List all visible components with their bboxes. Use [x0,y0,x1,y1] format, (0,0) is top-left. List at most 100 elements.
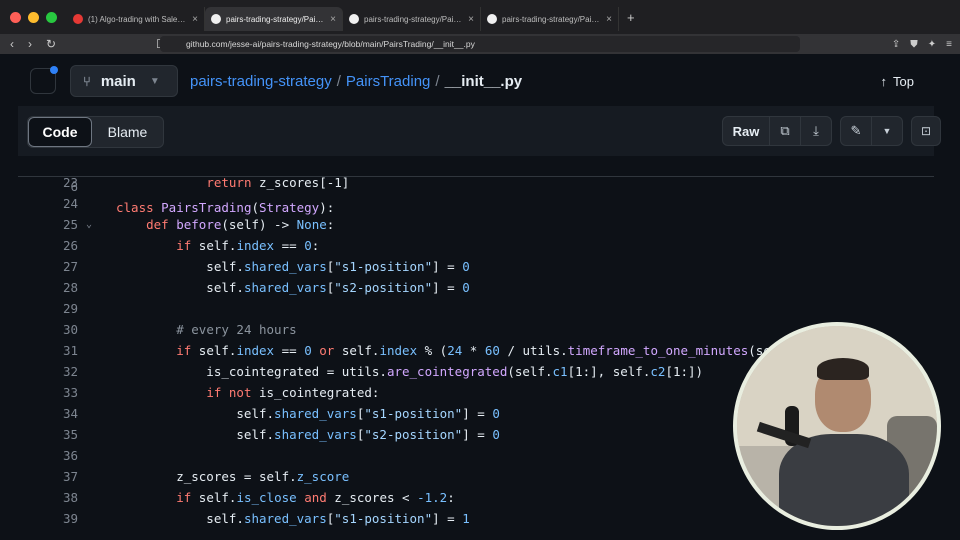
back-arrow-icon[interactable]: ‹ [10,37,14,51]
code-token: == [274,343,305,358]
code-token: % ( [417,343,448,358]
code-token: self. [116,406,275,421]
browser-tab[interactable]: (1) Algo-trading with Saleh - YouTu × [67,7,205,31]
browser-tab[interactable]: pairs-trading-strategy/PairsTrading × [343,7,481,31]
code-line: 29 [18,298,934,319]
breadcrumb-repo-link[interactable]: pairs-trading-strategy [190,73,332,90]
file-header: ⑂ main ▼ pairs-trading-strategy / PairsT… [18,56,934,107]
code-token: self. [341,343,380,358]
breadcrumb-dir-link[interactable]: PairsTrading [346,73,430,90]
branch-selector[interactable]: ⑂ main ▼ [70,65,178,97]
code-token: "s1-position" [334,511,433,526]
window-controls [10,11,57,23]
line-number[interactable]: 34 [18,403,78,424]
close-tab-icon[interactable]: × [330,14,336,25]
webcam-overlay [733,322,941,530]
share-icon[interactable]: ⇪ [892,39,900,50]
copy-icon[interactable]: ⧉ [770,117,801,145]
line-number[interactable]: 29 [18,298,78,319]
menu-icon[interactable]: ≡ [946,39,952,50]
file-actions-group: Raw ⧉ ⤓ [722,116,832,146]
breadcrumb: pairs-trading-strategy / PairsTrading / … [190,73,522,90]
extensions-icon[interactable]: ✦ [928,39,936,50]
code-token: ): [319,200,335,215]
sidebar-toggle-icon[interactable] [30,66,58,94]
chevron-down-icon[interactable]: ▼ [872,117,902,145]
line-number[interactable]: 6 [18,176,78,197]
code-token: if not [206,385,259,400]
reload-icon[interactable]: ↻ [46,37,56,51]
maximize-window-button[interactable] [46,11,57,23]
close-tab-icon[interactable]: × [606,14,612,25]
line-number[interactable]: 38 [18,487,78,508]
raw-button[interactable]: Raw [723,117,770,145]
code-token: class [116,200,162,215]
code-token: Strategy [259,200,320,215]
symbols-panel-icon[interactable]: ⊡ [911,116,941,146]
code-text: self.shared_vars["s1-position"] = 0 [116,256,469,277]
code-token: ] = [432,280,463,295]
line-number[interactable]: 31 [18,340,78,361]
branch-name: main [100,72,136,90]
code-token: ( [251,200,259,215]
code-text: self.shared_vars["s2-position"] = 0 [116,277,469,298]
code-token: : [447,490,455,505]
fold-chevron-icon[interactable]: ⌄ [86,214,92,235]
browser-tab[interactable]: pairs-trading-strategy/PairsTrading × [481,7,619,31]
minimize-window-button[interactable] [28,11,39,23]
line-number[interactable]: 37 [18,466,78,487]
forward-arrow-icon[interactable]: › [28,37,32,51]
line-number[interactable]: 36 [18,445,78,466]
tab-title: pairs-trading-strategy/PairsTrading [502,14,601,24]
line-number[interactable]: 28 [18,277,78,298]
code-token: (self) -> [221,217,297,232]
address-bar[interactable]: github.com/jesse-ai/pairs-trading-strate… [160,36,800,52]
code-text: if self.is_close and z_scores < -1.2: [116,487,455,508]
code-token: self. [198,343,237,358]
code-token: and [304,490,335,505]
new-tab-plus-icon[interactable]: + [627,10,635,25]
code-token: self. [198,238,237,253]
browser-tab[interactable]: pairs-trading-strategy/PairsTradi × [205,7,343,31]
tab-favicon-icon [211,14,221,24]
code-token: [1:]) [665,364,704,379]
line-number[interactable]: 32 [18,361,78,382]
code-token: "s1-position" [334,259,433,274]
address-toolbar: ‹ › ↻ ☐ github.com/jesse-ai/pairs-tradin… [0,34,960,54]
code-line: 28 self.shared_vars["s2-position"] = 0 [18,277,934,298]
line-number[interactable]: 33 [18,382,78,403]
code-token: def [146,217,177,232]
file-toolbar: Code Blame Raw ⧉ ⤓ ✎ ▼ ⊡ [18,106,941,157]
code-token: == [274,238,305,253]
code-token: 0 [304,343,312,358]
shield-icon[interactable]: ⛊ [910,39,918,50]
code-token: self. [116,259,244,274]
download-icon[interactable]: ⤓ [801,117,831,145]
code-token: z_score [296,469,350,484]
line-number[interactable]: 39 [18,508,78,529]
tab-code[interactable]: Code [28,117,92,147]
line-number[interactable]: 30 [18,319,78,340]
close-tab-icon[interactable]: × [192,14,198,25]
line-number[interactable]: 35 [18,424,78,445]
code-text: self.shared_vars["s1-position"] = 1 [116,508,469,529]
view-toggle: Code Blame [27,116,164,148]
close-window-button[interactable] [10,11,21,23]
pencil-icon[interactable]: ✎ [841,117,872,145]
tab-blame[interactable]: Blame [92,117,163,147]
close-tab-icon[interactable]: × [468,14,474,25]
code-line: 27 self.shared_vars["s1-position"] = 0 [18,256,934,277]
code-line: 26 if self.index == 0: [18,235,934,256]
code-token: : [326,217,335,232]
tab-title: pairs-trading-strategy/PairsTradi [226,14,325,24]
top-button[interactable]: ↑ Top [881,74,914,89]
line-number[interactable]: 27 [18,256,78,277]
code-token: index [379,343,418,358]
code-text: if self.index == 0: [116,235,319,256]
code-token: if [176,490,199,505]
code-token: : [311,238,320,253]
